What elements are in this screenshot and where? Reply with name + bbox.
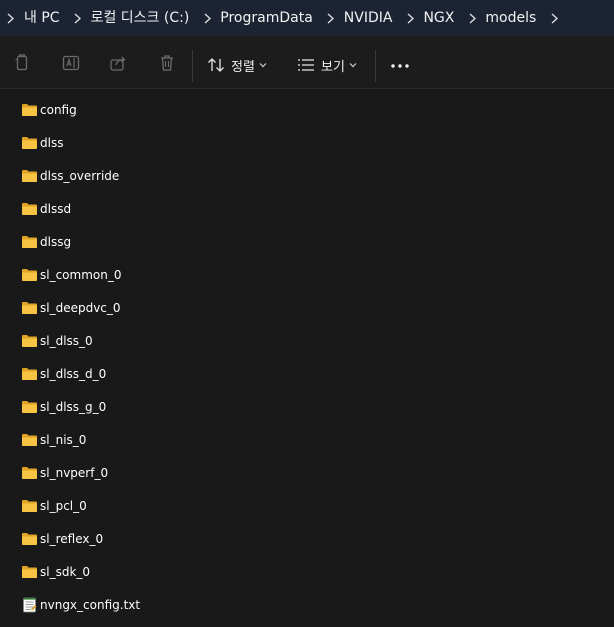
command-bar: 정렬 보기 — [0, 36, 614, 89]
folder-row[interactable]: sl_nvperf_0 — [0, 457, 614, 490]
share-icon — [110, 56, 126, 71]
folder-icon — [21, 531, 38, 547]
file-name: dlssg — [40, 235, 72, 249]
toolbar-divider — [375, 50, 376, 82]
file-name: sl_dlss_d_0 — [40, 367, 107, 381]
view-label: 보기 — [321, 59, 345, 75]
folder-icon — [21, 498, 38, 514]
file-list: config dlss dlss_overridedlssd dlssg sl_comm… — [0, 89, 614, 627]
folder-icon — [21, 234, 38, 250]
chevron-right-icon[interactable] — [462, 0, 482, 36]
toolbar-divider — [192, 50, 193, 82]
chevron-right-icon[interactable] — [0, 0, 20, 36]
folder-icon — [21, 465, 38, 481]
file-name: sl_dlss_0 — [40, 334, 93, 348]
folder-row[interactable]: sl_deepdvc_0 — [0, 292, 614, 325]
view-button[interactable]: 보기 — [297, 55, 357, 75]
copy-icon — [15, 54, 28, 71]
folder-row[interactable]: sl_dlss_g_0 — [0, 391, 614, 424]
folder-icon — [21, 201, 38, 217]
file-name: sl_common_0 — [40, 268, 122, 282]
file-name: sl_deepdvc_0 — [40, 301, 121, 315]
file-name: nvngx_config.txt — [40, 598, 141, 612]
breadcrumb-local-disk[interactable]: 로컬 디스크 (C:) — [88, 0, 198, 36]
folder-icon — [21, 399, 38, 415]
rename-icon — [62, 55, 80, 71]
file-name: sl_dlss_g_0 — [40, 400, 107, 414]
chevron-right-icon[interactable] — [544, 0, 564, 36]
file-row[interactable]: nvngx_config.txt — [0, 589, 614, 622]
file-name: dlss_override — [40, 169, 120, 183]
folder-icon — [21, 333, 38, 349]
chevron-right-icon[interactable] — [321, 0, 341, 36]
folder-row[interactable]: sl_pcl_0 — [0, 490, 614, 523]
chevron-down-icon — [259, 63, 267, 68]
folder-row[interactable]: sl_nis_0 — [0, 424, 614, 457]
folder-row[interactable]: sl_dlss_d_0 — [0, 358, 614, 391]
folder-row[interactable]: dlssd — [0, 193, 614, 226]
more-options-button[interactable] — [388, 58, 412, 74]
sort-icon — [208, 58, 224, 72]
folder-row[interactable]: dlssg — [0, 226, 614, 259]
folder-row[interactable]: dlss — [0, 127, 614, 160]
folder-row[interactable]: sl_reflex_0 — [0, 523, 614, 556]
file-name: sl_sdk_0 — [40, 565, 91, 579]
sort-button[interactable]: 정렬 — [207, 55, 267, 75]
folder-row[interactable]: dlss_override — [0, 160, 614, 193]
folder-icon — [21, 168, 38, 184]
file-name: sl_nvperf_0 — [40, 466, 109, 480]
chevron-right-icon[interactable] — [197, 0, 217, 36]
chevron-down-icon — [349, 63, 357, 68]
address-bar[interactable]: 내 PC 로컬 디스크 (C:) ProgramData NVIDIA NGX … — [0, 0, 614, 36]
sort-label: 정렬 — [231, 59, 255, 75]
folder-icon — [21, 267, 38, 283]
copy-button[interactable] — [12, 52, 32, 74]
rename-button[interactable] — [60, 52, 82, 74]
file-name: dlss — [40, 136, 64, 150]
file-name: sl_nis_0 — [40, 433, 87, 447]
folder-row[interactable]: sl_sdk_0 — [0, 556, 614, 589]
chevron-right-icon[interactable] — [400, 0, 420, 36]
folder-row[interactable]: config — [0, 94, 614, 127]
list-view-icon — [298, 59, 314, 71]
folder-icon — [21, 135, 38, 151]
share-button[interactable] — [107, 52, 129, 74]
file-name: sl_reflex_0 — [40, 532, 104, 546]
folder-icon — [21, 300, 38, 316]
file-name: dlssd — [40, 202, 72, 216]
more-icon — [391, 64, 409, 68]
breadcrumb-nvidia[interactable]: NVIDIA — [341, 0, 401, 36]
folder-row[interactable]: sl_common_0 — [0, 259, 614, 292]
file-name: sl_pcl_0 — [40, 499, 87, 513]
file-explorer-window: 내 PC 로컬 디스크 (C:) ProgramData NVIDIA NGX … — [0, 0, 614, 627]
breadcrumb-models[interactable]: models — [482, 0, 544, 36]
delete-icon — [161, 55, 173, 71]
delete-button[interactable] — [156, 52, 178, 74]
file-name: config — [40, 103, 77, 117]
folder-icon — [21, 564, 38, 580]
chevron-right-icon[interactable] — [68, 0, 88, 36]
folder-icon — [21, 432, 38, 448]
breadcrumb-programdata[interactable]: ProgramData — [217, 0, 321, 36]
folder-row[interactable]: sl_dlss_0 — [0, 325, 614, 358]
breadcrumb-ngx[interactable]: NGX — [420, 0, 462, 36]
folder-icon — [21, 102, 38, 118]
folder-icon — [21, 366, 38, 382]
text-file-icon — [21, 597, 38, 613]
breadcrumb-this-pc[interactable]: 내 PC — [20, 0, 68, 36]
